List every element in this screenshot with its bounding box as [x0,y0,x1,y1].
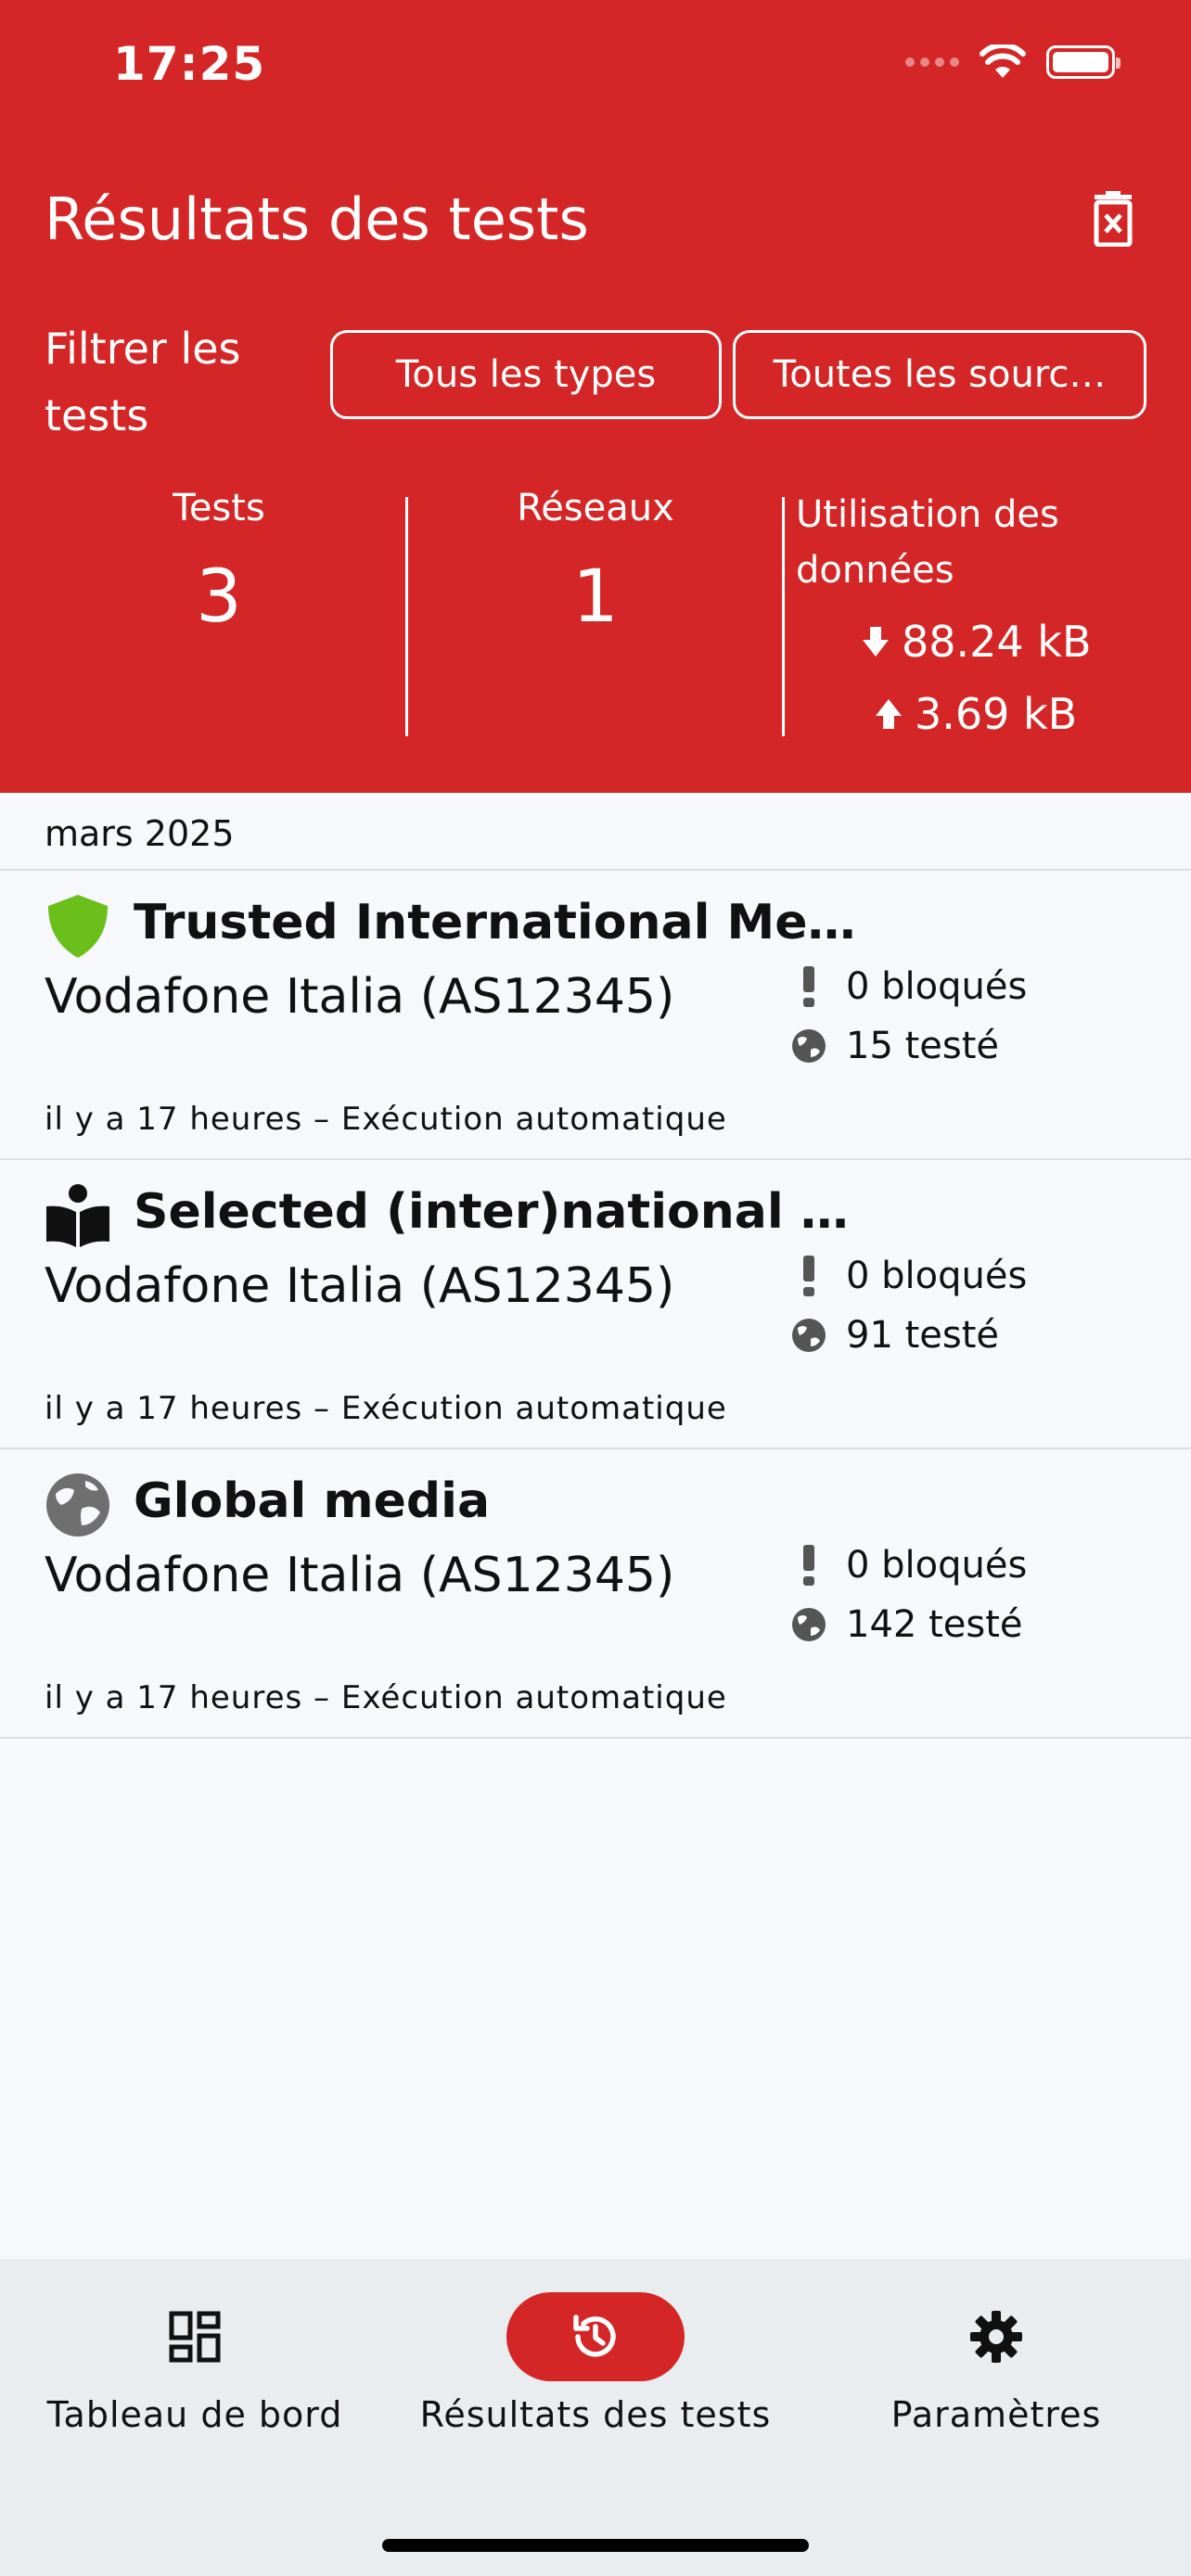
tested-count: 91 testé [846,1314,1000,1357]
tested-count: 142 testé [846,1603,1023,1646]
download-row: 88.24 kB [863,617,1092,667]
exclamation-icon [803,966,814,1007]
status-icons [905,45,1121,80]
result-row[interactable]: Selected (inter)national … Vodafone Ital… [0,1160,1191,1449]
result-network: Vodafone Italia (AS12345) [45,1548,675,1603]
page-title: Résultats des tests [45,185,589,253]
nav-dashboard-label: Tableau de bord [46,2394,343,2435]
tests-stat: Tests 3 [89,487,349,639]
upload-arrow-icon [876,699,902,729]
app-header: 17:25 Résultats des tests Filtrer les te… [0,0,1191,793]
globe-icon [792,1608,826,1641]
data-usage-label: Utilisation des données [796,493,1059,592]
networks-label: Réseaux [517,487,674,529]
blocked-count: 0 bloqués [846,965,1028,1008]
download-arrow-icon [863,627,889,657]
month-section-header: mars 2025 [0,793,1191,871]
result-network: Vodafone Italia (AS12345) [45,1258,675,1314]
nav-settings-icon-wrap [907,2292,1085,2381]
nav-dashboard-icon-wrap [106,2292,284,2381]
home-indicator [382,2539,809,2552]
cellular-signal-icon [905,57,959,67]
history-icon [573,2315,616,2357]
nav-settings-label: Paramètres [890,2394,1102,2435]
tests-count: 3 [196,555,242,639]
month-label: mars 2025 [45,813,235,854]
blocked-count: 0 bloqués [846,1544,1028,1587]
filter-sources-button[interactable]: Toutes les sourc… [733,330,1146,419]
globe-icon [792,1319,826,1352]
blocked-stat: 0 bloqués [790,1544,1027,1587]
result-title: Trusted International Me… [134,895,856,950]
tested-count: 15 testé [846,1025,1000,1067]
shield-icon [48,895,108,958]
nav-results-icon-wrap [506,2292,685,2381]
book-reader-icon [46,1184,109,1247]
blocked-stat: 0 bloqués [790,1255,1027,1297]
result-row[interactable]: Global media Vodafone Italia (AS12345) i… [0,1449,1191,1739]
nav-settings[interactable]: Paramètres [801,2292,1191,2435]
delete-all-icon[interactable] [1087,191,1139,247]
blocked-stat: 0 bloqués [790,965,1027,1008]
tests-label: Tests [173,487,265,529]
upload-value: 3.69 kB [915,689,1078,739]
result-meta: il y a 17 heures – Exécution automatique [45,1679,727,1716]
nav-test-results[interactable]: Résultats des tests [401,2292,790,2435]
nav-results-label: Résultats des tests [419,2394,772,2435]
globe-icon [46,1473,109,1537]
dashboard-icon [169,2311,221,2363]
bottom-navigation: Tableau de bord Résultats des tests Para… [0,2259,1191,2576]
stat-divider [405,497,408,736]
nav-dashboard[interactable]: Tableau de bord [0,2292,390,2435]
status-time: 17:25 [113,37,266,91]
result-title: Global media [134,1473,491,1529]
exclamation-icon [803,1256,814,1296]
battery-icon [1046,45,1121,79]
tested-stat: 142 testé [790,1603,1023,1646]
tested-stat: 15 testé [790,1025,999,1067]
download-value: 88.24 kB [902,617,1092,667]
wifi-icon [980,45,1026,78]
gear-icon [970,2311,1022,2363]
networks-stat: Réseaux 1 [466,487,725,639]
globe-icon [792,1029,826,1063]
filter-label: Filtrer les tests [45,324,241,440]
stat-divider [782,497,785,736]
result-meta: il y a 17 heures – Exécution automatique [45,1101,727,1138]
result-title: Selected (inter)national … [134,1184,849,1240]
exclamation-icon [803,1545,814,1586]
blocked-count: 0 bloqués [846,1255,1028,1297]
filter-types-button[interactable]: Tous les types [330,330,722,419]
result-meta: il y a 17 heures – Exécution automatique [45,1390,727,1427]
upload-row: 3.69 kB [876,689,1077,739]
result-row[interactable]: Trusted International Me… Vodafone Itali… [0,871,1191,1160]
tested-stat: 91 testé [790,1314,999,1357]
networks-count: 1 [572,555,619,639]
result-network: Vodafone Italia (AS12345) [45,969,675,1025]
